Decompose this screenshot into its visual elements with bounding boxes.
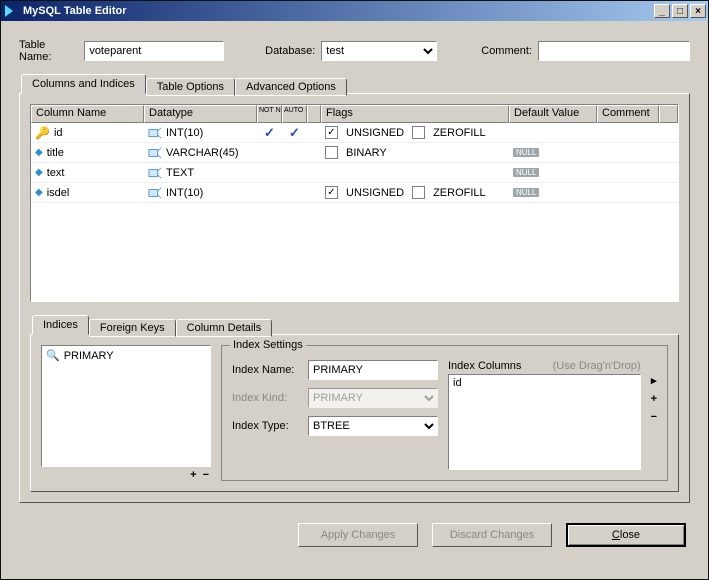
notnull-check[interactable]: ✓: [264, 125, 275, 141]
table-name-input[interactable]: [84, 41, 224, 61]
tab-column-details[interactable]: Column Details: [176, 319, 273, 337]
table-row[interactable]: 🔑 id INT(10) ✓ ✓ ✓UNSIGNED: [31, 123, 678, 143]
primary-key-icon: 🔑: [35, 126, 50, 140]
col-header-comment[interactable]: Comment: [597, 105, 659, 123]
col-divider: [307, 105, 321, 123]
flag-zerofill-check[interactable]: [412, 186, 425, 199]
header-row: Table Name: Database: test Comment:: [19, 39, 690, 63]
indices-panel: 🔍 PRIMARY + − Index Settings: [30, 334, 679, 492]
index-type-label: Index Type:: [232, 420, 302, 432]
col-name: id: [54, 127, 63, 139]
tab-advanced-options[interactable]: Advanced Options: [235, 78, 347, 96]
datatype-icon: [148, 146, 162, 160]
index-kind-select: PRIMARY: [308, 388, 438, 408]
tab-table-options[interactable]: Table Options: [146, 78, 235, 96]
column-icon: ◆: [35, 187, 43, 198]
col-header-autoinc[interactable]: AUTO INC: [282, 105, 307, 123]
index-icon: 🔍: [46, 349, 60, 362]
table-row[interactable]: ◆ text TEXT NULL: [31, 163, 678, 183]
discard-changes-button[interactable]: Discard Changes: [432, 523, 552, 547]
table-row[interactable]: ◆ title VARCHAR(45) BINARY: [31, 143, 678, 163]
col-datatype: INT(10): [166, 127, 203, 139]
bottom-tabs: Indices Foreign Keys Column Details: [32, 315, 679, 335]
minimize-button[interactable]: _: [654, 4, 670, 18]
table-row[interactable]: ◆ isdel INT(10) ✓UNSIGNED: [31, 183, 678, 203]
flag-binary-check[interactable]: [325, 146, 338, 159]
index-columns-panel: Index Columns (Use Drag'n'Drop) id: [448, 360, 641, 470]
table-name-label: Table Name:: [19, 39, 78, 63]
column-icon: ◆: [35, 147, 43, 158]
database-select[interactable]: test: [321, 41, 436, 61]
remove-column-button[interactable]: −: [651, 411, 657, 423]
app-icon: [3, 3, 19, 19]
col-header-name[interactable]: Column Name: [31, 105, 144, 123]
datatype-icon: [148, 126, 162, 140]
app-window: MySQL Table Editor _ □ × Table Name: Dat…: [0, 0, 709, 580]
tab-indices[interactable]: Indices: [32, 315, 89, 335]
comment-label: Comment:: [481, 45, 532, 57]
list-item[interactable]: 🔍 PRIMARY: [44, 348, 208, 363]
col-header-spacer: [659, 105, 678, 123]
datatype-icon: [148, 166, 162, 180]
index-listbox[interactable]: 🔍 PRIMARY: [41, 345, 211, 467]
col-name: title: [47, 147, 64, 159]
index-type-select[interactable]: BTREE: [308, 416, 438, 436]
index-settings-group: Index Settings Index Name: Index Kind: P…: [221, 345, 668, 481]
flag-unsigned-check[interactable]: ✓: [325, 126, 338, 139]
main-tabs: Columns and Indices Table Options Advanc…: [21, 74, 690, 94]
index-kind-label: Index Kind:: [232, 392, 302, 404]
null-badge: NULL: [513, 188, 539, 197]
col-datatype: TEXT: [166, 167, 194, 179]
index-columns-listbox[interactable]: id: [448, 374, 641, 470]
index-columns-label: Index Columns: [448, 360, 521, 372]
window-title: MySQL Table Editor: [23, 5, 652, 17]
index-name-label: Index Name:: [232, 364, 302, 376]
flag-unsigned-check[interactable]: ✓: [325, 186, 338, 199]
client-area: Table Name: Database: test Comment: Colu…: [1, 21, 708, 579]
index-settings-caption: Index Settings: [230, 339, 306, 351]
titlebar[interactable]: MySQL Table Editor _ □ ×: [1, 1, 708, 21]
apply-changes-button[interactable]: Apply Changes: [298, 523, 418, 547]
database-label: Database:: [265, 45, 315, 57]
move-right-button[interactable]: ▸: [651, 374, 657, 387]
index-list-panel: 🔍 PRIMARY + −: [41, 345, 211, 481]
autoinc-check[interactable]: ✓: [289, 125, 300, 141]
remove-index-button[interactable]: −: [203, 469, 209, 481]
col-header-flags[interactable]: Flags: [321, 105, 509, 123]
add-column-button[interactable]: +: [651, 393, 657, 405]
null-badge: NULL: [513, 148, 539, 157]
col-datatype: VARCHAR(45): [166, 147, 239, 159]
flag-zerofill-check[interactable]: [412, 126, 425, 139]
main-tabpanel: Column Name Datatype NOT NULL AUTO INC F…: [19, 93, 690, 503]
close-window-button[interactable]: ×: [690, 4, 706, 18]
col-header-default[interactable]: Default Value: [509, 105, 597, 123]
column-icon: ◆: [35, 167, 43, 178]
tab-foreign-keys[interactable]: Foreign Keys: [89, 319, 176, 337]
col-name: text: [47, 167, 65, 179]
col-datatype: INT(10): [166, 187, 203, 199]
grid-header: Column Name Datatype NOT NULL AUTO INC F…: [31, 105, 678, 123]
list-item[interactable]: id: [453, 377, 636, 389]
index-name-input[interactable]: [308, 360, 438, 380]
col-name: isdel: [47, 187, 70, 199]
col-header-notnull[interactable]: NOT NULL: [257, 105, 282, 123]
footer: Apply Changes Discard Changes Close: [19, 513, 690, 547]
comment-input[interactable]: [538, 41, 690, 61]
maximize-button[interactable]: □: [672, 4, 688, 18]
dragdrop-hint: (Use Drag'n'Drop): [553, 360, 641, 372]
tab-columns-indices[interactable]: Columns and Indices: [21, 74, 146, 94]
col-header-datatype[interactable]: Datatype: [144, 105, 257, 123]
close-button[interactable]: Close: [566, 523, 686, 547]
columns-grid[interactable]: Column Name Datatype NOT NULL AUTO INC F…: [30, 104, 679, 302]
grid-body: 🔑 id INT(10) ✓ ✓ ✓UNSIGNED: [31, 123, 678, 203]
null-badge: NULL: [513, 168, 539, 177]
datatype-icon: [148, 186, 162, 200]
add-index-button[interactable]: +: [190, 469, 196, 481]
